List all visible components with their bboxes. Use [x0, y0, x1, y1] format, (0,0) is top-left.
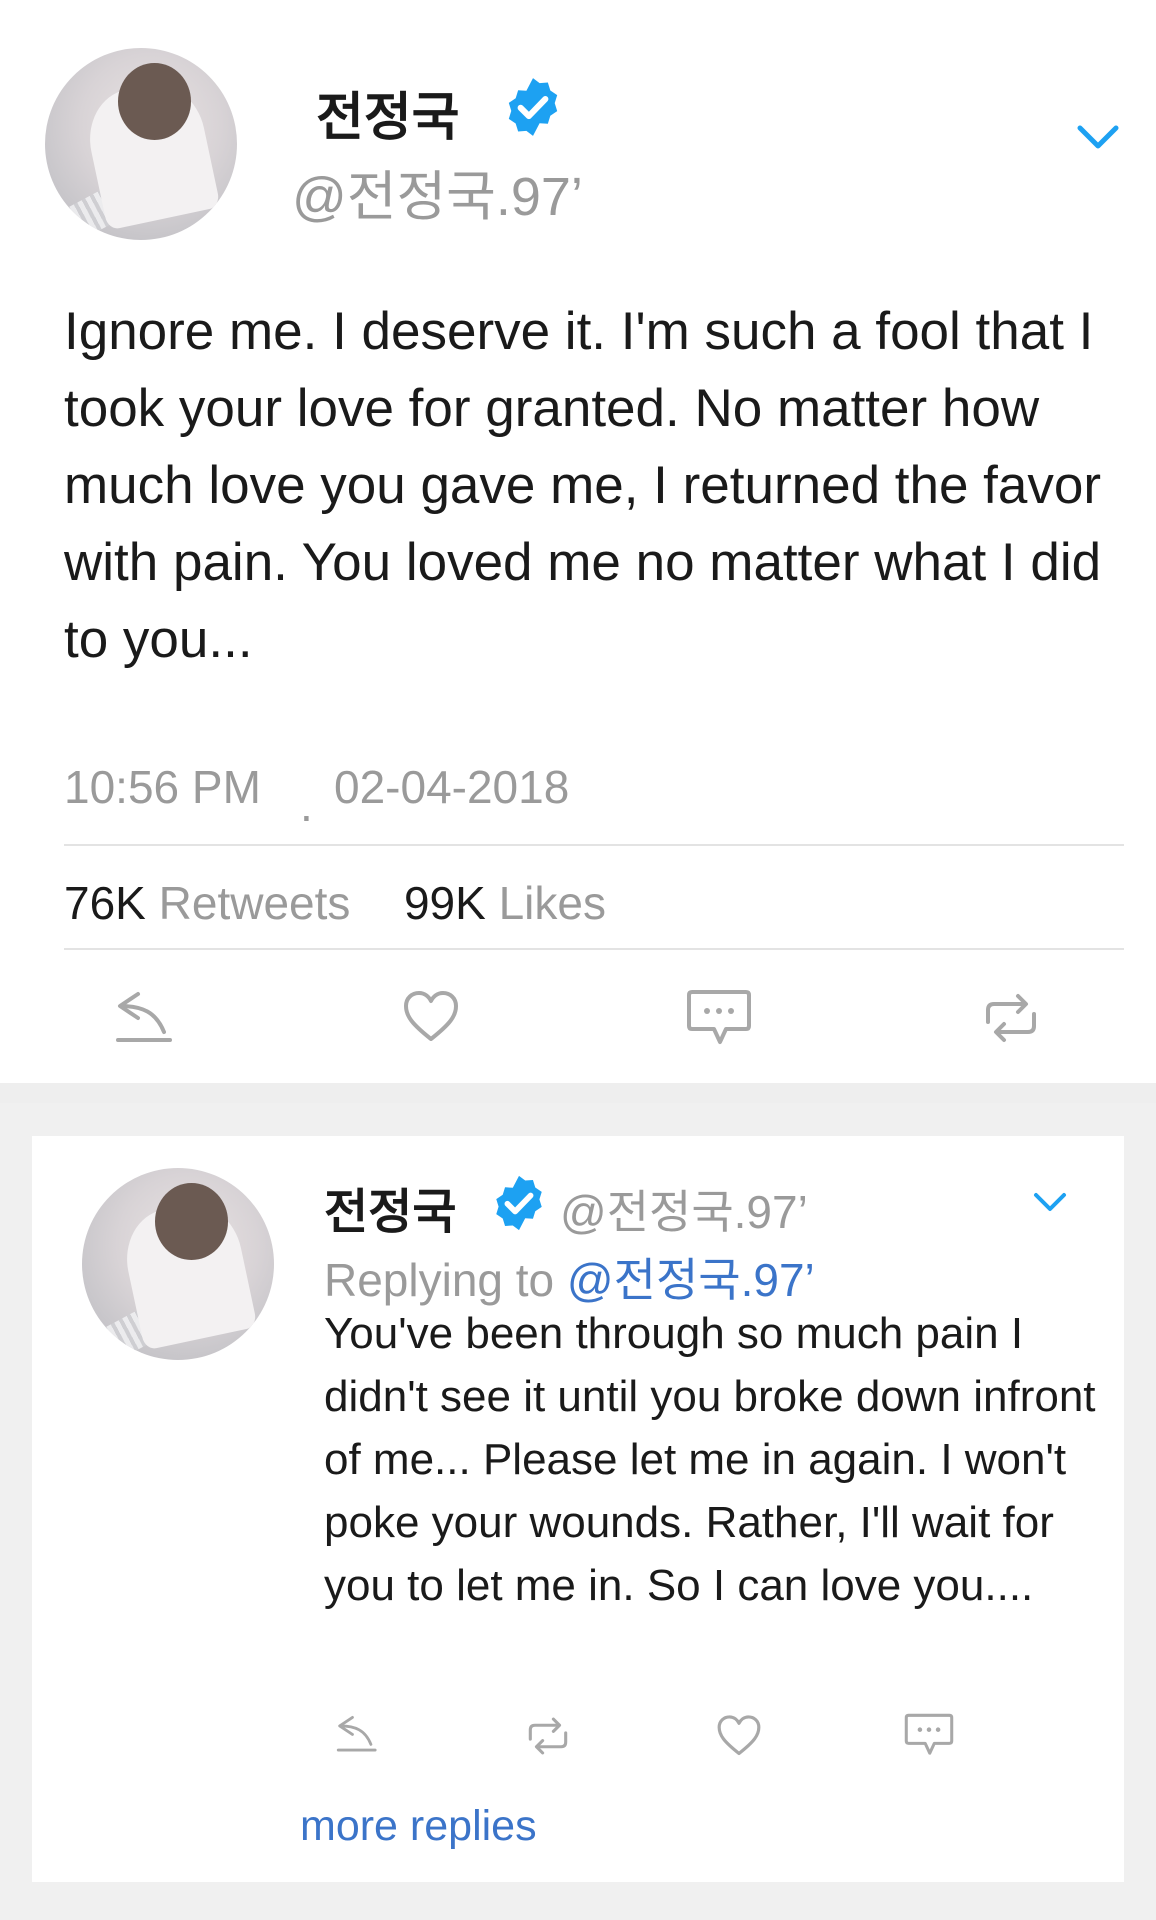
likes-label[interactable]: Likes [499, 877, 606, 929]
replying-mention-link[interactable]: @전정국.97’ [567, 1254, 815, 1306]
verified-badge-icon [508, 78, 558, 136]
retweet-icon[interactable] [522, 1716, 574, 1756]
avatar[interactable] [82, 1168, 274, 1360]
verified-badge-icon [496, 1175, 542, 1231]
tweet-text: Ignore me. I deserve it. I'm such a fool… [64, 302, 1102, 669]
tweet-stats: 76K Retweets 99K Likes [64, 876, 606, 930]
heart-icon[interactable] [402, 990, 460, 1044]
reply-icon[interactable] [112, 988, 174, 1044]
retweet-icon[interactable] [978, 992, 1044, 1044]
likes-count[interactable]: 99K [404, 877, 486, 929]
heart-icon[interactable] [716, 1714, 762, 1758]
author-name[interactable]: 전정국 [316, 75, 460, 150]
replying-label: Replying to [324, 1254, 555, 1306]
divider [64, 844, 1124, 846]
main-tweet: 전정국 @전정국.97’ Ignore me. I deserve it. I'… [0, 0, 1156, 1083]
more-replies-link[interactable]: more replies [300, 1802, 537, 1851]
message-icon[interactable] [904, 1712, 954, 1758]
divider [64, 948, 1124, 950]
tweet-time: 10:56 PM [64, 761, 261, 813]
time-separator: . [300, 779, 313, 831]
replying-to: Replying to @전정국.97’ [324, 1244, 815, 1310]
reply-icon[interactable] [334, 1712, 378, 1754]
avatar[interactable] [45, 48, 237, 240]
retweets-count[interactable]: 76K [64, 877, 146, 929]
tweet-date: 02-04-2018 [334, 761, 570, 813]
chevron-down-icon[interactable] [1032, 1190, 1068, 1214]
message-icon[interactable] [686, 988, 752, 1048]
retweets-label[interactable]: Retweets [159, 877, 351, 929]
chevron-down-icon[interactable] [1076, 122, 1120, 152]
reply-author-name[interactable]: 전정국 [324, 1172, 456, 1242]
reply-author-handle[interactable]: @전정국.97’ [560, 1176, 808, 1242]
reply-text: You've been through so much pain I didn'… [324, 1309, 1096, 1610]
section-separator [0, 1083, 1156, 1103]
author-handle[interactable]: @전정국.97’ [292, 152, 583, 231]
